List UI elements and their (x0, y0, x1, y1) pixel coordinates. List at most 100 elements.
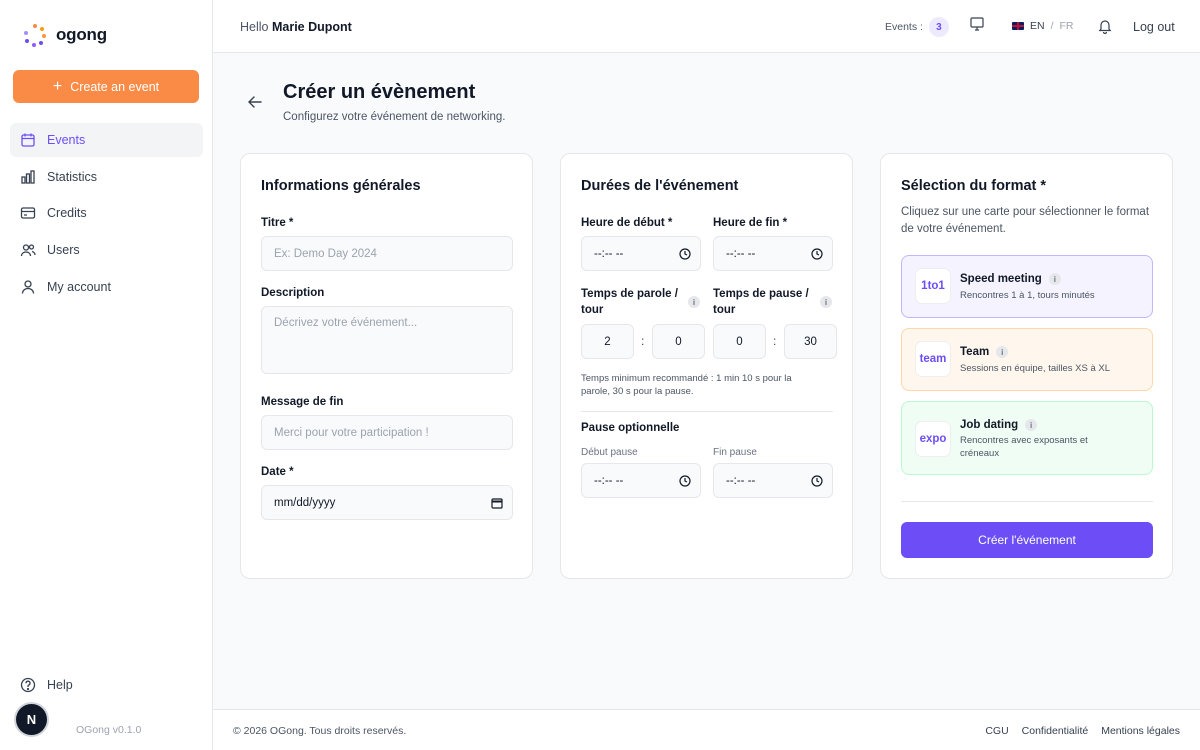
format-option-team[interactable]: team Team i Sessions en équipe, tailles … (901, 328, 1153, 391)
end-time-label: Heure de fin * (713, 217, 788, 229)
users-icon (20, 244, 36, 257)
lang-en[interactable]: EN (1030, 20, 1045, 32)
avatar[interactable]: N (16, 704, 47, 735)
calendar-picker-icon[interactable] (491, 497, 503, 509)
footer-link-legal[interactable]: Mentions légales (1101, 725, 1180, 737)
title-input[interactable]: Ex: Demo Day 2024 (261, 236, 513, 271)
info-icon[interactable]: i (1025, 419, 1038, 431)
clock-icon[interactable] (811, 247, 823, 260)
format-name: Speed meeting (960, 273, 1042, 285)
bell-icon[interactable] (1098, 18, 1112, 34)
talk-time-label-line2: tour (581, 304, 604, 316)
time-separator: : (773, 334, 777, 348)
language-switcher: EN / FR (1012, 20, 1074, 32)
format-option-speed-meeting[interactable]: 1to1 Speed meeting i Rencontres 1 à 1, t… (901, 255, 1153, 318)
date-value: mm/dd/yyyy (274, 496, 336, 509)
help-circle-icon (20, 677, 36, 693)
help-link[interactable]: Help (20, 677, 73, 693)
sidebar-item-events[interactable]: Events (10, 123, 203, 157)
logo[interactable]: ogong (24, 24, 107, 47)
divider (901, 501, 1153, 502)
plus-icon: + (52, 77, 63, 95)
monitor-icon[interactable] (969, 16, 985, 32)
events-count-badge: 3 (928, 17, 949, 37)
start-time-value: --:-- -- (594, 247, 624, 260)
pause-minutes-input[interactable]: 0 (713, 324, 766, 359)
durations-card: Durées de l'événement Heure de début * -… (560, 153, 853, 579)
footer-links: CGU Confidentialité Mentions légales (985, 725, 1180, 737)
hint-line1: Temps minimum recommandé : 1 min 10 s po… (581, 373, 792, 384)
logout-button[interactable]: Log out (1133, 20, 1175, 34)
lang-fr[interactable]: FR (1060, 20, 1074, 32)
card-title: Informations générales (261, 178, 421, 194)
clock-icon[interactable] (811, 474, 823, 487)
sidebar-nav: Events Statistics Credits Users My accou… (10, 123, 203, 306)
create-event-button[interactable]: + Create an event (13, 70, 199, 103)
sidebar-item-label: My account (47, 279, 111, 294)
format-option-desc: Rencontres avec exposants et créneaux (960, 435, 1088, 459)
bar-chart-icon (21, 170, 35, 184)
format-description: Cliquez sur une carte pour sélectionner … (901, 206, 1150, 235)
hint-line2: parole, 30 s pour la pause. (581, 386, 694, 397)
events-counter-label: Events : (885, 21, 923, 33)
format-code-badge: expo (916, 422, 950, 456)
copyright: © 2026 OGong. Tous droits reservés. (233, 725, 407, 737)
info-icon[interactable]: i (996, 346, 1009, 358)
title-label: Titre * (261, 217, 294, 229)
recommendation-hint: Temps minimum recommandé : 1 min 10 s po… (581, 372, 792, 398)
date-input[interactable]: mm/dd/yyyy (261, 485, 513, 520)
pause-end-value: --:-- -- (726, 474, 756, 487)
lang-separator: / (1050, 20, 1054, 32)
divider (581, 411, 833, 412)
talk-time-label-line1: Temps de parole / (581, 288, 678, 300)
back-arrow-icon[interactable] (246, 93, 264, 111)
format-option-title: Speed meeting i (960, 273, 1061, 285)
info-icon[interactable]: i (688, 296, 700, 308)
format-option-job-dating[interactable]: expo Job dating i Rencontres avec exposa… (901, 401, 1153, 475)
app-version: OGong v0.1.0 (76, 724, 142, 736)
pause-time-label-line2: tour (713, 304, 736, 316)
top-bar: Hello Marie Dupont Events : 3 EN / FR Lo… (213, 0, 1200, 53)
info-icon[interactable]: i (1048, 273, 1061, 285)
page-subtitle: Configurez votre événement de networking… (283, 111, 506, 123)
clock-icon[interactable] (679, 474, 691, 487)
start-time-input[interactable]: --:-- -- (581, 236, 701, 271)
logo-text: ogong (56, 25, 107, 44)
sidebar-item-label: Events (47, 133, 86, 147)
description-label: Description (261, 287, 325, 299)
date-label: Date * (261, 466, 294, 478)
sidebar-item-my-account[interactable]: My account (10, 270, 203, 304)
user-name: Marie Dupont (271, 20, 352, 34)
footer-link-cgu[interactable]: CGU (985, 725, 1008, 737)
sidebar-item-statistics[interactable]: Statistics (10, 160, 203, 194)
create-event-submit-button[interactable]: Créer l'événement (901, 522, 1153, 558)
optional-pause-title: Pause optionnelle (581, 422, 680, 434)
greeting: Hello Marie Dupont (240, 20, 352, 34)
footer-link-privacy[interactable]: Confidentialité (1022, 725, 1089, 737)
events-counter: Events : 3 (885, 17, 949, 37)
talk-minutes-input[interactable]: 2 (581, 324, 634, 359)
end-time-input[interactable]: --:-- -- (713, 236, 833, 271)
uk-flag-icon (1012, 22, 1024, 30)
clock-icon[interactable] (679, 247, 691, 260)
card-title: Sélection du format * (901, 178, 1047, 194)
pause-end-label: Fin pause (713, 447, 757, 458)
format-name: Team (960, 346, 990, 358)
sidebar-item-users[interactable]: Users (10, 233, 203, 267)
description-textarea[interactable]: Décrivez votre événement... (261, 306, 513, 374)
format-code-badge: team (916, 342, 950, 376)
talk-time-label: Temps de parole / tour (581, 286, 678, 318)
talk-seconds-input[interactable]: 0 (652, 324, 705, 359)
info-icon[interactable]: i (820, 296, 832, 308)
pause-start-value: --:-- -- (594, 474, 624, 487)
end-message-label: Message de fin (261, 396, 344, 408)
page-title: Créer un évènement (283, 81, 476, 103)
card-title: Durées de l'événement (581, 178, 739, 194)
sidebar-item-credits[interactable]: Credits (10, 196, 203, 230)
pause-start-input[interactable]: --:-- -- (581, 463, 701, 498)
pause-end-input[interactable]: --:-- -- (713, 463, 833, 498)
end-message-input[interactable]: Merci pour votre participation ! (261, 415, 513, 450)
pause-seconds-input[interactable]: 30 (784, 324, 837, 359)
general-info-card: Informations générales Titre * Ex: Demo … (240, 153, 533, 579)
pause-start-label: Début pause (581, 447, 638, 458)
